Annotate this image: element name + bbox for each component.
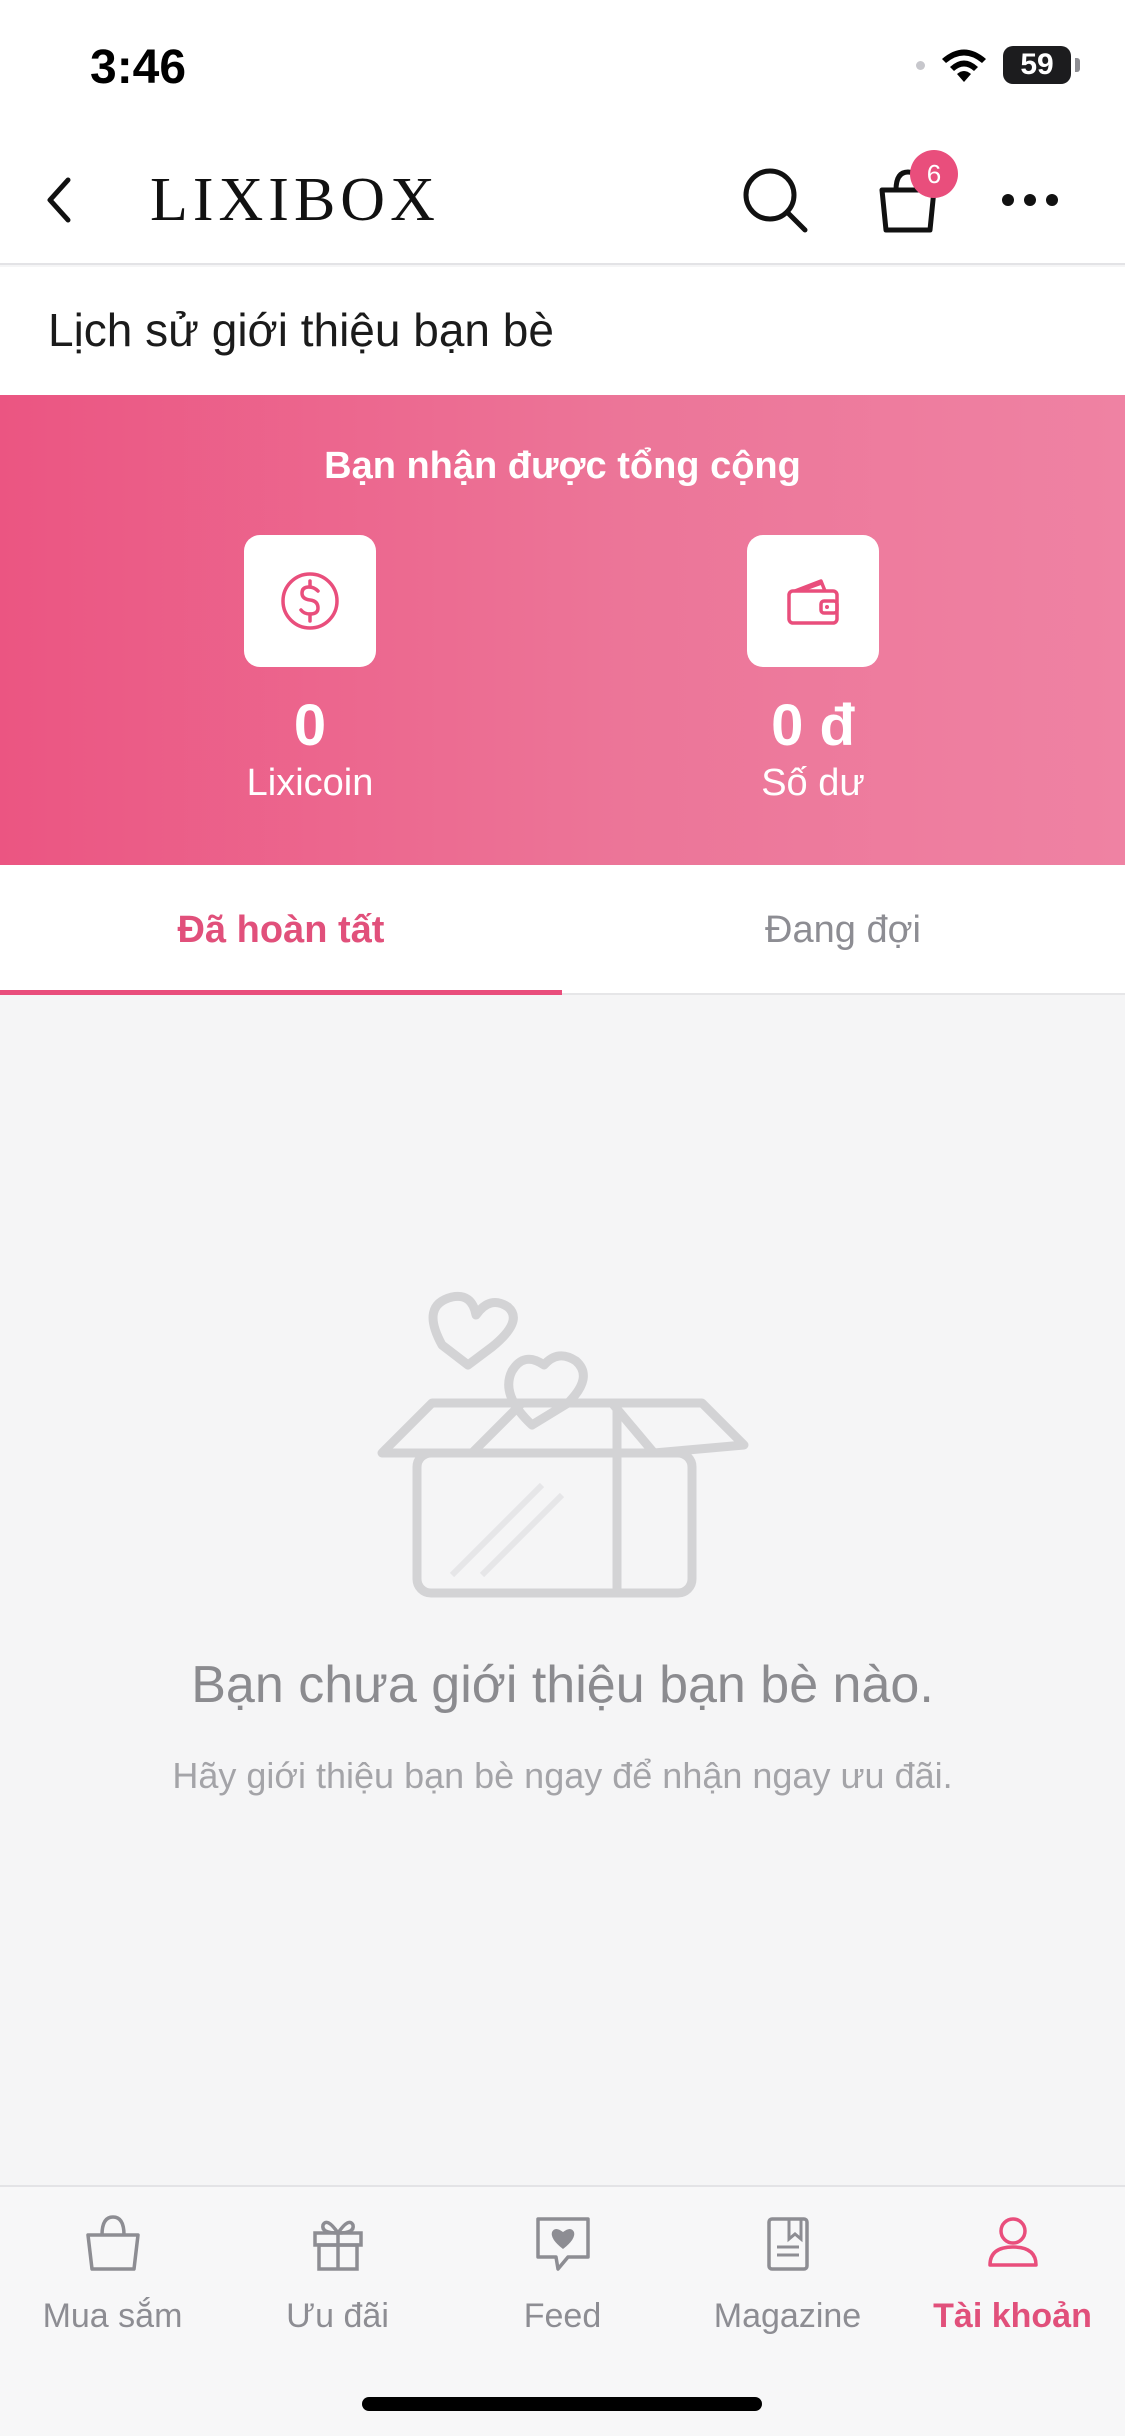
lixicoin-icon-box [244, 535, 376, 667]
nav-bar: LIXIBOX 6 [0, 135, 1125, 265]
empty-state-subtitle: Hãy giới thiệu bạn bè ngay để nhận ngay … [172, 1755, 953, 1796]
balance-label: Số dư [761, 762, 865, 804]
coin-dollar-icon [281, 572, 339, 630]
referral-summary: Bạn nhận được tổng cộng 0 Lixicoin 0 đ S… [0, 395, 1125, 865]
back-arrow-icon[interactable] [30, 160, 110, 240]
empty-state: Bạn chưa giới thiệu bạn bè nào. Hãy giới… [0, 995, 1125, 2185]
tabbar-item-shopping[interactable]: Mua sắm [0, 2207, 225, 2347]
page-title-bar: Lịch sử giới thiệu bạn bè [0, 267, 1125, 395]
feed-heart-bubble-icon [535, 2217, 590, 2271]
battery-cap [1075, 58, 1080, 72]
search-icon[interactable] [735, 160, 815, 240]
tabbar-label-magazine: Magazine [713, 2297, 862, 2335]
tabbar-label-account: Tài khoản [933, 2297, 1092, 2335]
battery-level: 59 [1020, 48, 1054, 81]
tabbar-item-account[interactable]: Tài khoản [900, 2207, 1125, 2347]
empty-gift-box-icon [377, 1291, 749, 1598]
tabbar-item-magazine[interactable]: Magazine [675, 2207, 900, 2347]
gift-icon [312, 2220, 363, 2271]
brand-logo[interactable]: LIXIBOX [150, 165, 440, 236]
tabbar-label-shopping: Mua sắm [42, 2297, 183, 2335]
tab-pending-label: Đang đợi [765, 909, 921, 951]
page-title: Lịch sử giới thiệu bạn bè [48, 304, 554, 356]
home-indicator[interactable] [362, 2397, 762, 2411]
lixicoin-stat: 0 Lixicoin [180, 535, 440, 805]
cart-count-badge: 6 [910, 150, 958, 198]
tabbar-item-offers[interactable]: Ưu đãi [225, 2207, 450, 2347]
wifi-icon [942, 49, 986, 82]
wallet-icon [787, 579, 839, 625]
battery-icon: 59 [1003, 46, 1071, 84]
balance-stat: 0 đ Số dư [683, 535, 943, 805]
account-person-icon [987, 2217, 1038, 2267]
tab-completed[interactable]: Đã hoàn tất [0, 865, 562, 995]
tabbar-label-feed: Feed [523, 2297, 602, 2335]
balance-value: 0 đ [771, 693, 855, 758]
lixicoin-value: 0 [293, 693, 327, 758]
tab-pending[interactable]: Đang đợi [562, 865, 1124, 993]
tab-completed-label: Đã hoàn tất [177, 909, 385, 951]
privacy-dot-icon [916, 60, 925, 70]
summary-title: Bạn nhận được tổng cộng [324, 445, 801, 487]
status-bar: 3:46 59 [0, 0, 1125, 135]
screen: 3:46 59 LIXIBOX 6 Lịch sử giới thiệu bạn… [0, 0, 1125, 2436]
lixicoin-label: Lixicoin [246, 762, 374, 804]
status-time: 3:46 [90, 41, 187, 94]
tabbar-label-offers: Ưu đãi [286, 2297, 389, 2335]
empty-state-title: Bạn chưa giới thiệu bạn bè nào. [191, 1656, 934, 1714]
tabbar-item-feed[interactable]: Feed [450, 2207, 675, 2347]
more-options-icon[interactable] [990, 160, 1070, 240]
status-tabs: Đã hoàn tất Đang đợi [0, 865, 1125, 995]
balance-icon-box [747, 535, 879, 667]
magazine-icon [766, 2217, 809, 2271]
shopping-bag-icon [85, 2215, 140, 2271]
status-indicators: 59 [916, 46, 1080, 84]
